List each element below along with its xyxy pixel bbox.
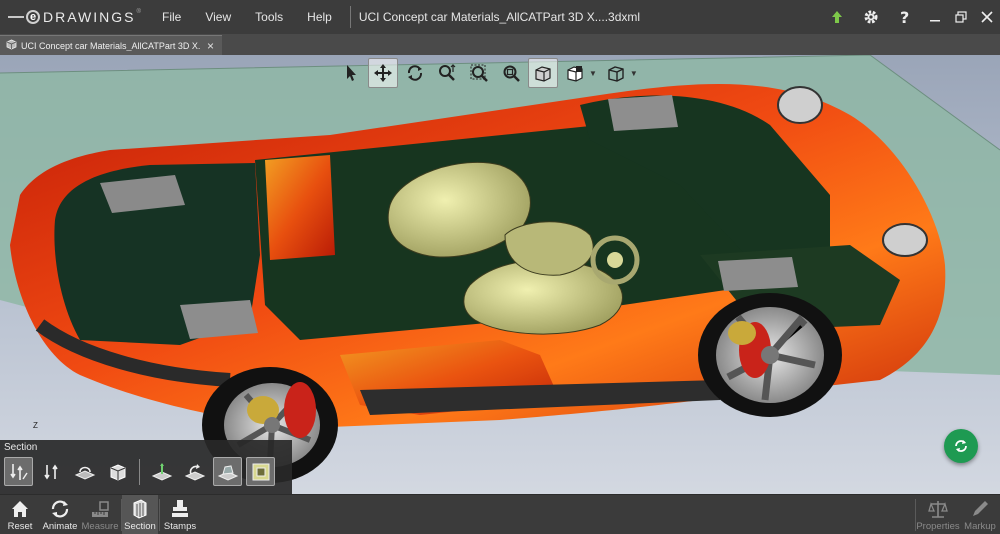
markup-icon [973,501,988,516]
zoom-to-fit-icon[interactable] [496,58,526,88]
section-button[interactable]: Section [122,495,158,534]
section-plane-z-icon[interactable] [213,457,242,486]
section-tools [4,457,275,486]
view-orientation-icon[interactable] [560,58,590,88]
document-tab-bar: UCI Concept car Materials_AllCATPart 3D … [0,34,1000,55]
section-icon [133,499,147,519]
display-style-dropdown-icon[interactable]: ▼ [630,69,638,78]
document-title: UCI Concept car Materials_AllCATPart 3D … [358,10,641,24]
3d-viewport[interactable]: ▼ ▼ Z Section [0,55,1000,494]
view-orientation-dropdown-icon[interactable]: ▼ [589,69,597,78]
markup-label: Markup [964,521,996,532]
title-bar: e DRAWINGS ® File View Tools Help UCI Co… [0,0,1000,34]
section-plane-y-icon[interactable] [180,457,209,486]
shaded-display-icon[interactable] [528,58,558,88]
section-panel: Section [0,440,292,494]
restore-icon[interactable] [948,0,974,34]
section-box-icon[interactable] [103,457,132,486]
section-cap-icon[interactable] [37,457,66,486]
bottom-separator [159,499,160,531]
menu-tools[interactable]: Tools [243,0,295,34]
bottom-toolbar: Reset Animate Measure Section Stamps Pro… [0,494,1000,534]
3d-part-icon [6,37,17,55]
properties-label: Properties [916,521,960,532]
z-axis-label: Z [33,421,38,430]
door-panel [265,155,335,260]
properties-button[interactable]: Properties [916,495,960,534]
select-icon[interactable] [336,58,366,88]
title-separator [349,6,351,28]
reset-button[interactable]: Reset [2,495,38,534]
help-question-icon[interactable]: ? [888,0,922,34]
headlight-lower [882,223,928,257]
close-window-icon[interactable] [974,0,1000,34]
panel-rear-bottom [180,300,258,339]
logo-trademark: ® [136,9,141,15]
properties-icon [928,501,948,518]
rotate-icon[interactable] [400,58,430,88]
update-icon[interactable] [820,0,854,34]
section-panel-title: Section [4,442,38,453]
markup-button[interactable]: Markup [962,495,998,534]
zoom-icon[interactable] [432,58,462,88]
zoom-to-area-icon[interactable] [464,58,494,88]
section-flip-icon[interactable] [4,457,33,486]
display-style-icon[interactable] [601,58,631,88]
view-toolbar: ▼ ▼ [336,57,640,89]
menu-file[interactable]: File [150,0,193,34]
settings-gear-icon[interactable] [854,0,888,34]
app-logo: e DRAWINGS ® [0,0,150,34]
logo-text: DRAWINGS [43,9,136,25]
section-label: Section [124,521,156,532]
axis-triad: Z [33,421,38,430]
pan-icon[interactable] [368,58,398,88]
stamps-icon [172,500,188,517]
sync-icon [955,440,967,452]
tab-close-icon[interactable]: × [207,39,214,53]
panel-front-right [718,257,798,291]
section-plane-x-icon[interactable] [147,457,176,486]
reset-label: Reset [7,521,33,532]
sync-button[interactable] [944,429,978,463]
measure-button[interactable]: Measure [82,495,118,534]
measure-label: Measure [81,521,119,532]
stamps-button[interactable]: Stamps [162,495,198,534]
title-actions: ? [820,0,1000,34]
car-model-scene [0,55,1000,483]
animate-label: Animate [42,521,78,532]
logo-e-letter: e [26,10,40,24]
minimize-icon[interactable] [922,0,948,34]
animate-icon [51,500,69,518]
menu-view[interactable]: View [193,0,243,34]
panel-front-top [608,95,678,131]
document-tab[interactable]: UCI Concept car Materials_AllCATPart 3D … [0,35,222,55]
tab-label: UCI Concept car Materials_AllCATPart 3D … [21,40,201,51]
section-show-plane-icon[interactable] [246,457,275,486]
headlight-upper [777,86,823,124]
edrawings-window: e DRAWINGS ® File View Tools Help UCI Co… [0,0,1000,534]
logo-line [8,16,24,18]
menu-help[interactable]: Help [295,0,344,34]
svg-text:?: ? [900,9,909,25]
front-wheel [698,293,842,417]
section-plane-icon[interactable] [70,457,99,486]
section-tools-separator [139,458,140,485]
animate-button[interactable]: Animate [42,495,78,534]
stamps-label: Stamps [163,521,197,532]
home-icon [12,501,28,517]
measure-icon [92,501,109,517]
